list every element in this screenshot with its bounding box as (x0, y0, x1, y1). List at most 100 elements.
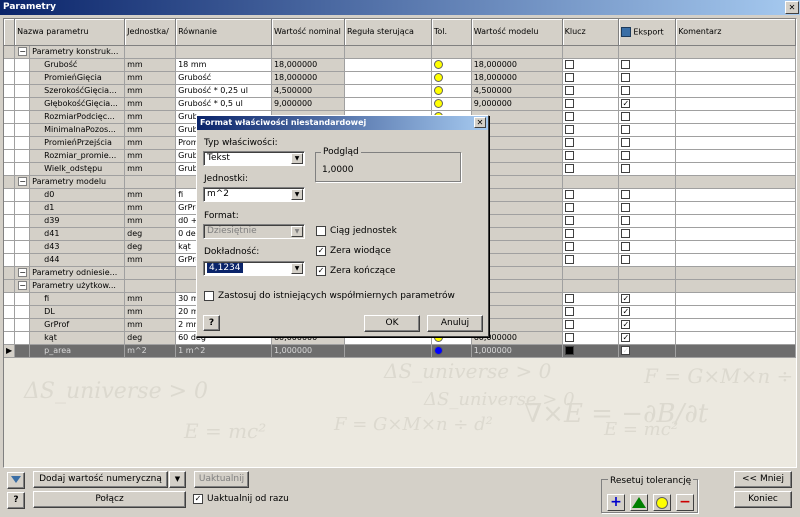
param-key[interactable] (562, 58, 620, 72)
param-export[interactable] (618, 214, 677, 228)
checkmark-icon[interactable]: ✓ (621, 320, 631, 329)
checkmark-icon[interactable]: ✓ (316, 266, 326, 276)
group-name[interactable]: Parametry użytkow... (29, 279, 126, 293)
checkbox-box[interactable] (204, 291, 214, 301)
checkmark-icon[interactable]: ✓ (621, 294, 631, 303)
col-header-export[interactable]: Eksport (618, 19, 677, 46)
link-button[interactable]: Połącz (33, 491, 186, 508)
checkmark-icon[interactable]: ✓ (316, 246, 326, 256)
tolerance-icon[interactable] (433, 99, 443, 108)
row-selector[interactable] (4, 305, 16, 319)
param-rule[interactable] (344, 84, 432, 98)
help-button[interactable]: ? (203, 315, 220, 331)
param-tolerance[interactable] (431, 58, 472, 72)
param-equation[interactable]: 1 m^2 (175, 344, 272, 358)
checkbox-box[interactable] (564, 99, 574, 108)
tolerance-icon[interactable] (433, 73, 443, 82)
leading-zeros-checkbox[interactable]: ✓ Zera wiodące (316, 246, 391, 256)
param-unit[interactable]: mm (124, 253, 177, 267)
row-selector[interactable] (4, 84, 16, 98)
group-name[interactable]: Parametry odniesie... (29, 266, 126, 280)
param-unit[interactable]: mm (124, 58, 177, 72)
param-export[interactable]: ✓ (618, 97, 677, 111)
param-comment[interactable] (675, 331, 796, 345)
param-comment[interactable] (675, 188, 796, 202)
row-selector[interactable] (4, 227, 16, 241)
checkmark-icon[interactable]: ✓ (193, 494, 203, 504)
row-selector[interactable] (4, 110, 16, 124)
type-combo[interactable]: Tekst ▼ (203, 151, 305, 166)
param-name[interactable]: MinimalnaPozos... (29, 123, 126, 137)
dialog-close-button[interactable]: ✕ (474, 117, 486, 128)
param-key[interactable] (562, 344, 620, 358)
param-comment[interactable] (675, 214, 796, 228)
filter-button[interactable] (7, 472, 25, 489)
param-name[interactable]: fi (29, 292, 126, 306)
checkbox-box[interactable] (564, 307, 574, 316)
checkbox-box[interactable] (621, 242, 631, 251)
add-numeric-dropdown[interactable]: ▼ (169, 471, 186, 488)
checkbox-box[interactable] (621, 138, 631, 147)
checkbox-box[interactable] (564, 125, 574, 134)
units-string-checkbox[interactable]: Ciąg jednostek (316, 226, 397, 236)
param-unit[interactable]: mm (124, 97, 177, 111)
col-header-model-value[interactable]: Wartość modelu (471, 19, 563, 46)
checkbox-box[interactable] (621, 86, 631, 95)
precision-combo[interactable]: 4,1234 ▼ (203, 261, 305, 276)
checkbox-box[interactable] (621, 216, 631, 225)
checkbox-box[interactable] (564, 112, 574, 121)
param-export[interactable] (618, 149, 677, 163)
param-unit[interactable]: mm (124, 201, 177, 215)
param-equation[interactable]: 18 mm (175, 58, 272, 72)
param-unit[interactable]: deg (124, 331, 177, 345)
param-comment[interactable] (675, 227, 796, 241)
checkbox-box[interactable] (564, 60, 574, 69)
checkbox-box[interactable] (564, 242, 574, 251)
param-key[interactable] (562, 136, 620, 150)
help-button[interactable]: ? (7, 492, 25, 509)
group-row[interactable]: − Parametry konstruk... (4, 45, 796, 59)
param-name[interactable]: d44 (29, 253, 126, 267)
checkbox-box[interactable] (564, 333, 574, 342)
collapse-icon[interactable]: − (18, 281, 28, 290)
param-unit[interactable]: mm (124, 123, 177, 137)
expand-toggle[interactable]: − (14, 279, 31, 293)
col-header-equation[interactable]: Równanie (175, 19, 272, 46)
checkbox-box[interactable] (621, 203, 631, 212)
param-name[interactable]: d0 (29, 188, 126, 202)
param-name[interactable]: PromieńGięcia (29, 71, 126, 85)
checkbox-box[interactable] (564, 203, 574, 212)
param-name[interactable]: DL (29, 305, 126, 319)
param-rule[interactable] (344, 97, 432, 111)
param-comment[interactable] (675, 58, 796, 72)
checkbox-box[interactable] (564, 138, 574, 147)
checkmark-icon[interactable]: ✓ (621, 307, 631, 316)
collapse-icon[interactable]: − (18, 268, 28, 277)
apply-existing-checkbox[interactable]: Zastosuj do istniejących współmiernych p… (204, 291, 455, 301)
trailing-zeros-checkbox[interactable]: ✓ Zera kończące (316, 266, 396, 276)
param-export[interactable] (618, 110, 677, 124)
table-row[interactable]: SzerokośćGięcia... mm Grubość * 0,25 ul 4,5… (4, 84, 796, 98)
row-selector[interactable] (4, 149, 16, 163)
param-comment[interactable] (675, 344, 796, 358)
checkbox-box[interactable] (564, 190, 574, 199)
row-selector[interactable] (4, 279, 16, 293)
param-name[interactable]: GrProf (29, 318, 126, 332)
param-export[interactable]: ✓ (618, 292, 677, 306)
collapse-icon[interactable]: − (18, 47, 28, 56)
param-comment[interactable] (675, 84, 796, 98)
param-key[interactable] (562, 201, 620, 215)
param-tolerance[interactable] (431, 344, 472, 358)
param-key[interactable] (562, 123, 620, 137)
param-unit[interactable]: mm (124, 110, 177, 124)
param-key[interactable] (562, 214, 620, 228)
param-unit[interactable]: mm (124, 136, 177, 150)
param-unit[interactable]: mm (124, 149, 177, 163)
checkbox-box[interactable] (621, 164, 631, 173)
param-key[interactable] (562, 188, 620, 202)
param-unit[interactable]: mm (124, 292, 177, 306)
checkbox-box[interactable] (564, 229, 574, 238)
param-comment[interactable] (675, 149, 796, 163)
col-header-tolerance[interactable]: Tol. (431, 19, 472, 46)
row-selector[interactable] (4, 253, 16, 267)
